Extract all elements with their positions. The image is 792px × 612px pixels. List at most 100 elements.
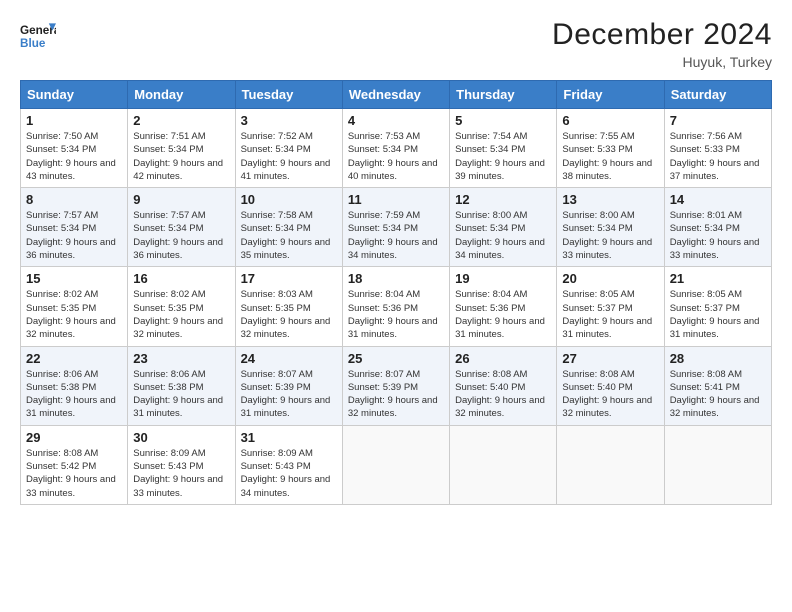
day-number: 18 bbox=[348, 271, 444, 286]
daylight-label: Daylight: 9 hours and 31 minutes. bbox=[670, 316, 760, 340]
calendar-cell: 14 Sunrise: 8:01 AM Sunset: 5:34 PM Dayl… bbox=[664, 188, 771, 267]
page: General Blue December 2024 Huyuk, Turkey… bbox=[0, 0, 792, 612]
daylight-label: Daylight: 9 hours and 33 minutes. bbox=[133, 474, 223, 498]
calendar-cell: 12 Sunrise: 8:00 AM Sunset: 5:34 PM Dayl… bbox=[450, 188, 557, 267]
sunset-label: Sunset: 5:33 PM bbox=[670, 144, 740, 155]
day-number: 29 bbox=[26, 430, 122, 445]
sunrise-label: Sunrise: 8:02 AM bbox=[26, 289, 98, 300]
calendar-cell: 15 Sunrise: 8:02 AM Sunset: 5:35 PM Dayl… bbox=[21, 267, 128, 346]
header-row: SundayMondayTuesdayWednesdayThursdayFrid… bbox=[21, 81, 772, 109]
cell-info: Sunrise: 8:06 AM Sunset: 5:38 PM Dayligh… bbox=[26, 368, 122, 421]
sunset-label: Sunset: 5:34 PM bbox=[455, 223, 525, 234]
calendar-cell: 11 Sunrise: 7:59 AM Sunset: 5:34 PM Dayl… bbox=[342, 188, 449, 267]
calendar-cell: 31 Sunrise: 8:09 AM Sunset: 5:43 PM Dayl… bbox=[235, 425, 342, 504]
calendar-table: SundayMondayTuesdayWednesdayThursdayFrid… bbox=[20, 80, 772, 505]
sunrise-label: Sunrise: 8:01 AM bbox=[670, 210, 742, 221]
daylight-label: Daylight: 9 hours and 32 minutes. bbox=[562, 395, 652, 419]
sunset-label: Sunset: 5:41 PM bbox=[670, 382, 740, 393]
calendar-cell: 21 Sunrise: 8:05 AM Sunset: 5:37 PM Dayl… bbox=[664, 267, 771, 346]
cell-info: Sunrise: 8:00 AM Sunset: 5:34 PM Dayligh… bbox=[562, 209, 658, 262]
calendar-cell: 18 Sunrise: 8:04 AM Sunset: 5:36 PM Dayl… bbox=[342, 267, 449, 346]
calendar-cell: 28 Sunrise: 8:08 AM Sunset: 5:41 PM Dayl… bbox=[664, 346, 771, 425]
cell-info: Sunrise: 8:02 AM Sunset: 5:35 PM Dayligh… bbox=[26, 288, 122, 341]
sunrise-label: Sunrise: 7:54 AM bbox=[455, 131, 527, 142]
cell-info: Sunrise: 8:00 AM Sunset: 5:34 PM Dayligh… bbox=[455, 209, 551, 262]
cell-info: Sunrise: 7:51 AM Sunset: 5:34 PM Dayligh… bbox=[133, 130, 229, 183]
sunrise-label: Sunrise: 7:57 AM bbox=[26, 210, 98, 221]
day-number: 3 bbox=[241, 113, 337, 128]
daylight-label: Daylight: 9 hours and 34 minutes. bbox=[455, 237, 545, 261]
calendar-cell: 20 Sunrise: 8:05 AM Sunset: 5:37 PM Dayl… bbox=[557, 267, 664, 346]
calendar-cell: 29 Sunrise: 8:08 AM Sunset: 5:42 PM Dayl… bbox=[21, 425, 128, 504]
cell-info: Sunrise: 8:01 AM Sunset: 5:34 PM Dayligh… bbox=[670, 209, 766, 262]
cell-info: Sunrise: 8:09 AM Sunset: 5:43 PM Dayligh… bbox=[133, 447, 229, 500]
cell-info: Sunrise: 7:59 AM Sunset: 5:34 PM Dayligh… bbox=[348, 209, 444, 262]
sunrise-label: Sunrise: 7:52 AM bbox=[241, 131, 313, 142]
daylight-label: Daylight: 9 hours and 37 minutes. bbox=[670, 158, 760, 182]
sunset-label: Sunset: 5:39 PM bbox=[241, 382, 311, 393]
daylight-label: Daylight: 9 hours and 34 minutes. bbox=[241, 474, 331, 498]
week-row-3: 15 Sunrise: 8:02 AM Sunset: 5:35 PM Dayl… bbox=[21, 267, 772, 346]
sunrise-label: Sunrise: 7:59 AM bbox=[348, 210, 420, 221]
cell-info: Sunrise: 8:07 AM Sunset: 5:39 PM Dayligh… bbox=[241, 368, 337, 421]
calendar-cell: 27 Sunrise: 8:08 AM Sunset: 5:40 PM Dayl… bbox=[557, 346, 664, 425]
day-number: 23 bbox=[133, 351, 229, 366]
sunset-label: Sunset: 5:38 PM bbox=[26, 382, 96, 393]
calendar-header: SundayMondayTuesdayWednesdayThursdayFrid… bbox=[21, 81, 772, 109]
sunrise-label: Sunrise: 7:50 AM bbox=[26, 131, 98, 142]
cell-info: Sunrise: 8:02 AM Sunset: 5:35 PM Dayligh… bbox=[133, 288, 229, 341]
calendar-cell: 4 Sunrise: 7:53 AM Sunset: 5:34 PM Dayli… bbox=[342, 109, 449, 188]
sunset-label: Sunset: 5:43 PM bbox=[133, 461, 203, 472]
sunset-label: Sunset: 5:36 PM bbox=[455, 303, 525, 314]
sunrise-label: Sunrise: 8:08 AM bbox=[562, 369, 634, 380]
day-number: 31 bbox=[241, 430, 337, 445]
daylight-label: Daylight: 9 hours and 32 minutes. bbox=[455, 395, 545, 419]
cell-info: Sunrise: 7:57 AM Sunset: 5:34 PM Dayligh… bbox=[26, 209, 122, 262]
day-number: 10 bbox=[241, 192, 337, 207]
calendar-cell: 10 Sunrise: 7:58 AM Sunset: 5:34 PM Dayl… bbox=[235, 188, 342, 267]
daylight-label: Daylight: 9 hours and 31 minutes. bbox=[562, 316, 652, 340]
daylight-label: Daylight: 9 hours and 33 minutes. bbox=[670, 237, 760, 261]
calendar-cell: 13 Sunrise: 8:00 AM Sunset: 5:34 PM Dayl… bbox=[557, 188, 664, 267]
sunrise-label: Sunrise: 8:08 AM bbox=[670, 369, 742, 380]
week-row-5: 29 Sunrise: 8:08 AM Sunset: 5:42 PM Dayl… bbox=[21, 425, 772, 504]
daylight-label: Daylight: 9 hours and 38 minutes. bbox=[562, 158, 652, 182]
logo: General Blue bbox=[20, 18, 56, 54]
sunrise-label: Sunrise: 8:00 AM bbox=[455, 210, 527, 221]
cell-info: Sunrise: 8:08 AM Sunset: 5:42 PM Dayligh… bbox=[26, 447, 122, 500]
day-number: 25 bbox=[348, 351, 444, 366]
sunset-label: Sunset: 5:37 PM bbox=[562, 303, 632, 314]
sunset-label: Sunset: 5:34 PM bbox=[26, 223, 96, 234]
header-day-saturday: Saturday bbox=[664, 81, 771, 109]
daylight-label: Daylight: 9 hours and 32 minutes. bbox=[670, 395, 760, 419]
day-number: 11 bbox=[348, 192, 444, 207]
calendar-cell: 2 Sunrise: 7:51 AM Sunset: 5:34 PM Dayli… bbox=[128, 109, 235, 188]
day-number: 20 bbox=[562, 271, 658, 286]
daylight-label: Daylight: 9 hours and 42 minutes. bbox=[133, 158, 223, 182]
day-number: 7 bbox=[670, 113, 766, 128]
svg-text:Blue: Blue bbox=[20, 37, 46, 50]
sunrise-label: Sunrise: 7:57 AM bbox=[133, 210, 205, 221]
sunrise-label: Sunrise: 8:05 AM bbox=[670, 289, 742, 300]
week-row-1: 1 Sunrise: 7:50 AM Sunset: 5:34 PM Dayli… bbox=[21, 109, 772, 188]
sunrise-label: Sunrise: 8:07 AM bbox=[241, 369, 313, 380]
cell-info: Sunrise: 7:57 AM Sunset: 5:34 PM Dayligh… bbox=[133, 209, 229, 262]
sunset-label: Sunset: 5:36 PM bbox=[348, 303, 418, 314]
cell-info: Sunrise: 7:56 AM Sunset: 5:33 PM Dayligh… bbox=[670, 130, 766, 183]
calendar-cell bbox=[664, 425, 771, 504]
sunrise-label: Sunrise: 7:53 AM bbox=[348, 131, 420, 142]
day-number: 26 bbox=[455, 351, 551, 366]
daylight-label: Daylight: 9 hours and 36 minutes. bbox=[26, 237, 116, 261]
sunrise-label: Sunrise: 7:51 AM bbox=[133, 131, 205, 142]
day-number: 27 bbox=[562, 351, 658, 366]
daylight-label: Daylight: 9 hours and 32 minutes. bbox=[26, 316, 116, 340]
calendar-cell: 17 Sunrise: 8:03 AM Sunset: 5:35 PM Dayl… bbox=[235, 267, 342, 346]
daylight-label: Daylight: 9 hours and 31 minutes. bbox=[348, 316, 438, 340]
day-number: 6 bbox=[562, 113, 658, 128]
day-number: 14 bbox=[670, 192, 766, 207]
day-number: 5 bbox=[455, 113, 551, 128]
sunset-label: Sunset: 5:37 PM bbox=[670, 303, 740, 314]
daylight-label: Daylight: 9 hours and 33 minutes. bbox=[562, 237, 652, 261]
calendar-cell: 24 Sunrise: 8:07 AM Sunset: 5:39 PM Dayl… bbox=[235, 346, 342, 425]
calendar-cell bbox=[450, 425, 557, 504]
